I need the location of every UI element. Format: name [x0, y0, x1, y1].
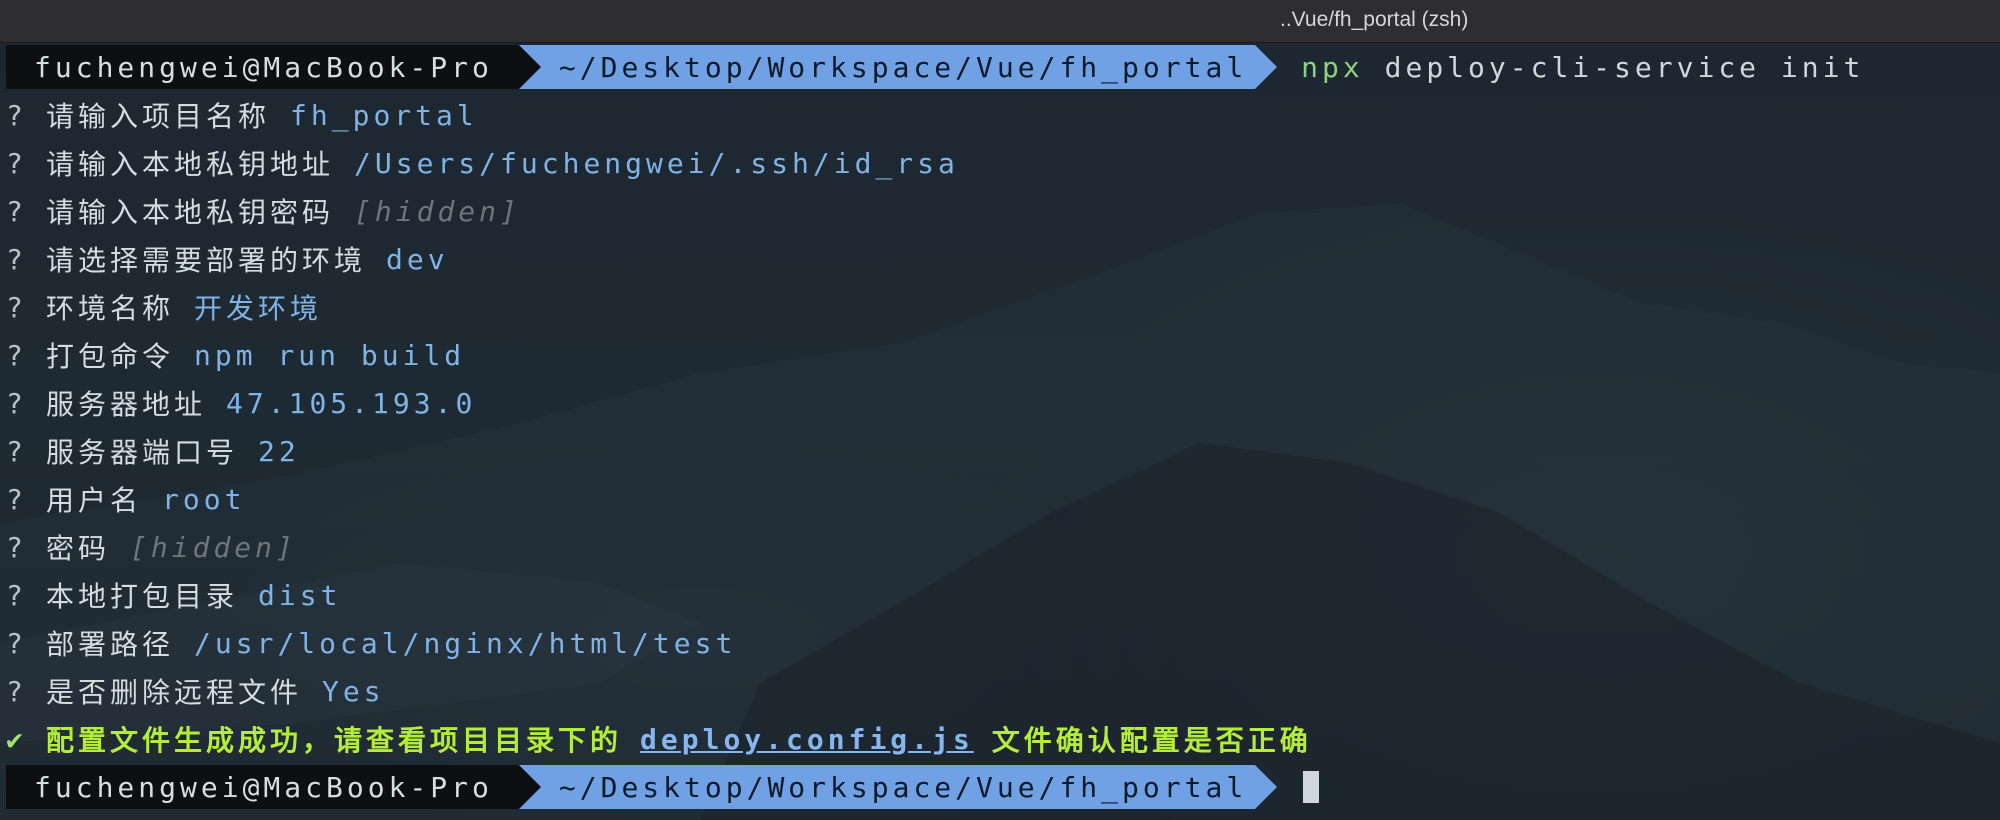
terminal-content[interactable]: fuchengwei@MacBook-Pro ~/Desktop/Workspa… [0, 43, 2000, 820]
command: npx deploy-cli-service init [1301, 51, 1864, 84]
question-line: ? 打包命令 npm run build [0, 331, 2000, 379]
question-answer: Yes [322, 674, 385, 708]
question-mark-icon: ? [6, 578, 27, 612]
question-line: ? 是否删除远程文件 Yes [0, 667, 2000, 715]
question-answer: fh_portal [290, 98, 478, 132]
question-line: ? 本地打包目录 dist [0, 571, 2000, 619]
success-line: ✔ 配置文件生成成功，请查看项目目录下的 deploy.config.js 文件… [0, 715, 2000, 763]
success-message-prefix: 配置文件生成成功，请查看项目目录下的 [46, 724, 623, 757]
question-answer: dist [258, 578, 342, 612]
question-answer: 47.105.193.0 [226, 386, 477, 420]
question-label: 请输入本地私钥地址 [46, 148, 335, 181]
question-line: ? 请选择需要部署的环境 dev [0, 235, 2000, 283]
question-mark-icon: ? [6, 146, 27, 180]
question-label: 请输入项目名称 [46, 100, 271, 133]
question-label: 服务器地址 [46, 388, 207, 421]
masked-answer: [hidden] [130, 530, 297, 564]
question-label: 密码 [46, 532, 111, 565]
text-cursor[interactable] [1303, 771, 1320, 803]
question-mark-icon: ? [6, 98, 27, 132]
question-line: ? 部署路径/usr/local/nginx/html/test [0, 619, 2000, 667]
question-list: ? 请输入项目名称 fh_portal? 请输入本地私钥地址/Users/fuchen… [0, 91, 2000, 715]
question-mark-icon: ? [6, 290, 27, 324]
masked-answer: [hidden] [354, 194, 521, 228]
prompt-line-current: fuchengwei@MacBook-Pro ~/Desktop/Workspa… [0, 763, 2000, 811]
success-message-suffix: 文件确认配置是否正确 [991, 724, 1312, 757]
question-label: 请输入本地私钥密码 [46, 196, 335, 229]
title-bar: ..Vue/fh_portal (zsh) [0, 0, 2000, 43]
config-file-link[interactable]: deploy.config.js [640, 723, 974, 756]
question-answer: dev [386, 242, 449, 276]
prompt-arrow-icon [1255, 45, 1278, 89]
prompt-user: fuchengwei@MacBook-Pro [6, 45, 519, 89]
prompt-path: ~/Desktop/Workspace/Vue/fh_portal [518, 765, 1256, 809]
question-line: ? 请输入项目名称 fh_portal [0, 91, 2000, 139]
question-answer: root [162, 482, 246, 516]
question-mark-icon: ? [6, 242, 27, 276]
question-line: ? 环境名称 开发环境 [0, 283, 2000, 331]
question-label: 用户名 [46, 484, 143, 517]
question-mark-icon: ? [6, 626, 27, 660]
question-line: ? 用户名 root [0, 475, 2000, 523]
question-line: ? 服务器端口号 22 [0, 427, 2000, 475]
prompt-path: ~/Desktop/Workspace/Vue/fh_portal [518, 45, 1256, 89]
terminal-window: ..Vue/fh_portal (zsh) fuchengwei@MacBook… [0, 0, 2000, 820]
question-line: ? 请输入本地私钥密码 [hidden] [0, 187, 2000, 235]
question-mark-icon: ? [6, 386, 27, 420]
terminal-lines: fuchengwei@MacBook-Pro ~/Desktop/Workspa… [0, 43, 2000, 811]
question-mark-icon: ? [6, 434, 27, 468]
question-line: ? 请输入本地私钥地址/Users/fuchengwei/.ssh/id_rsa [0, 139, 2000, 187]
question-label: 服务器端口号 [46, 436, 239, 469]
question-label: 部署路径 [46, 628, 175, 661]
question-label: 打包命令 [46, 340, 175, 373]
prompt-arrow-icon [1255, 765, 1278, 809]
command-args: deploy-cli-service init [1384, 50, 1865, 84]
question-line: ? 密码 [hidden] [0, 523, 2000, 571]
question-mark-icon: ? [6, 530, 27, 564]
question-answer: /usr/local/nginx/html/test [194, 626, 737, 660]
prompt-line: fuchengwei@MacBook-Pro ~/Desktop/Workspa… [0, 43, 2000, 91]
question-mark-icon: ? [6, 194, 27, 228]
question-answer: 开发环境 [194, 292, 323, 325]
question-label: 本地打包目录 [46, 580, 239, 613]
question-label: 是否删除远程文件 [46, 676, 303, 709]
question-label: 环境名称 [46, 292, 175, 325]
question-label: 请选择需要部署的环境 [46, 244, 367, 277]
question-answer: npm run build [194, 338, 466, 372]
question-answer: 22 [258, 434, 300, 468]
check-icon: ✔ [6, 722, 27, 756]
question-mark-icon: ? [6, 338, 27, 372]
question-mark-icon: ? [6, 674, 27, 708]
window-title: ..Vue/fh_portal (zsh) [1280, 8, 1469, 31]
question-answer: /Users/fuchengwei/.ssh/id_rsa [354, 146, 959, 180]
command-npx: npx [1301, 50, 1364, 84]
question-line: ? 服务器地址 47.105.193.0 [0, 379, 2000, 427]
prompt-user: fuchengwei@MacBook-Pro [6, 765, 519, 809]
question-mark-icon: ? [6, 482, 27, 516]
